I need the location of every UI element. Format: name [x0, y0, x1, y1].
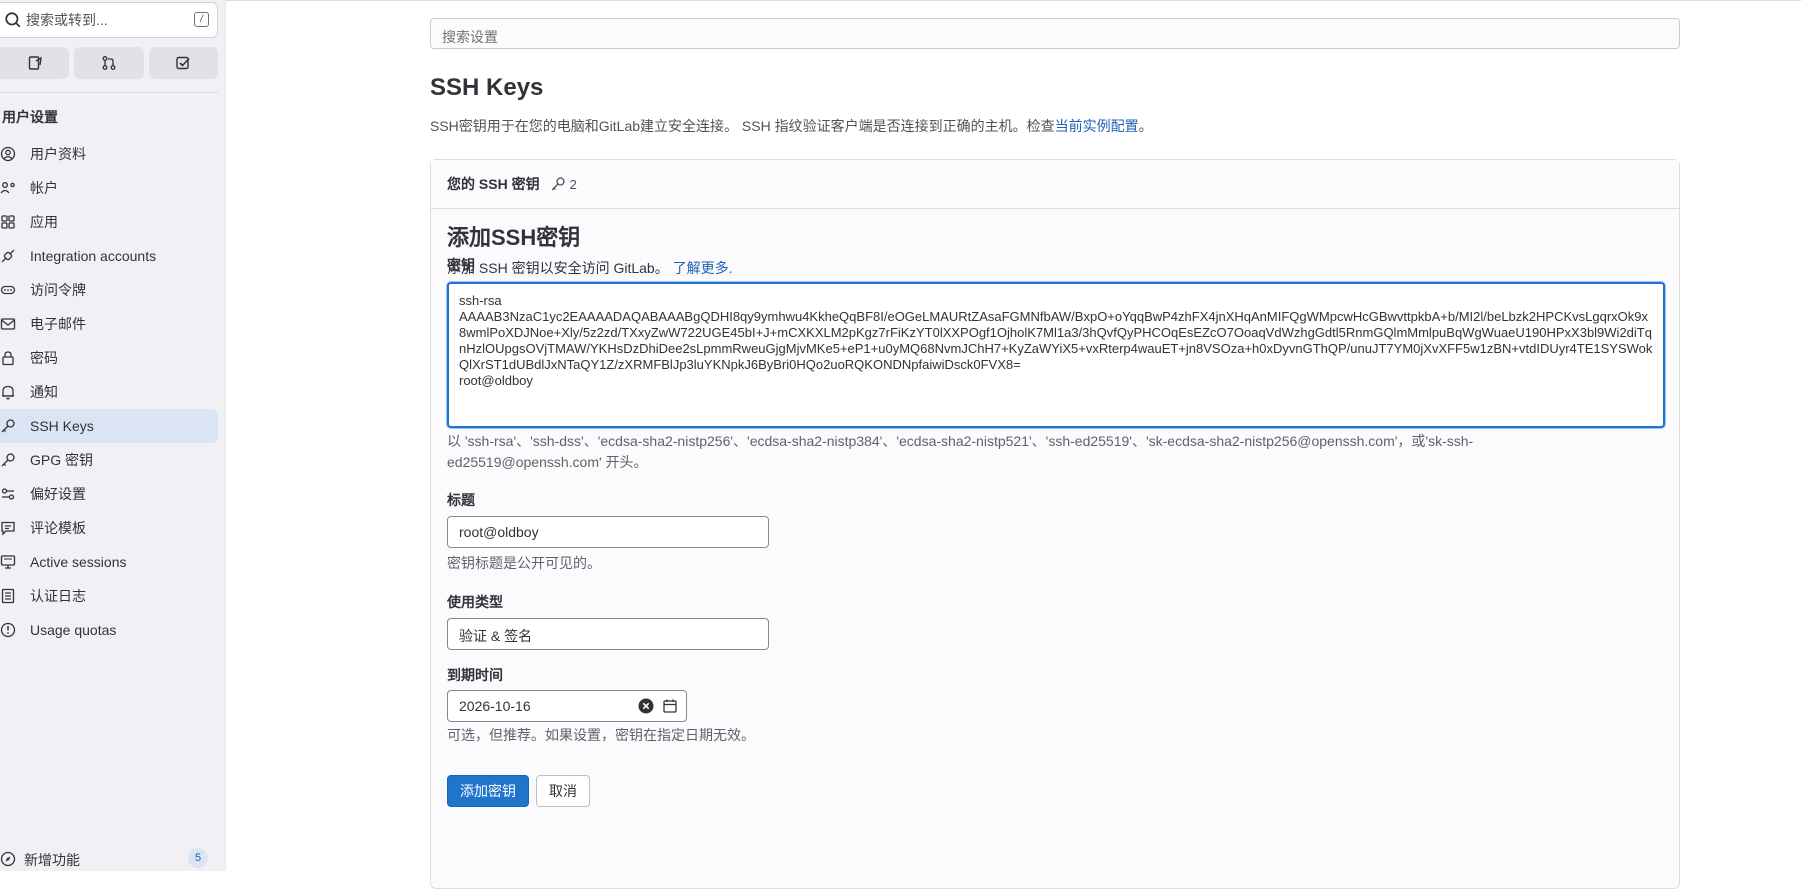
form-title: 添加SSH密钥 [447, 225, 581, 250]
usage-type-label: 使用类型 [447, 594, 503, 610]
sidebar-item-label: 通知 [30, 384, 58, 400]
merge-requests-button[interactable] [74, 47, 144, 79]
key-textarea[interactable]: ssh-rsa AAAAB3NzaC1yc2EAAAADAQABAAABgQDH… [447, 282, 1665, 428]
key-help-line-2: ed25519@openssh.com' 开头。 [447, 454, 648, 470]
ssh-keys-card: 您的 SSH 密钥 2 添加SSH密钥 添加 SSH 密钥以安全访问 GitLa… [430, 159, 1680, 889]
sidebar-item-label: GPG 密钥 [30, 452, 94, 468]
todo-icon [176, 56, 190, 70]
card-header: 您的 SSH 密钥 2 [431, 160, 1679, 209]
search-input[interactable]: 搜索或转到... / [0, 2, 218, 38]
sidebar: 搜索或转到... / 用户设置 用户资料 帐户 应用 Integration a… [0, 0, 226, 871]
key-help-text: 以 'ssh-rsa'、'ssh-dss'、'ecdsa-sha2-nistp2… [447, 431, 1473, 473]
monitor-icon [0, 555, 16, 569]
sidebar-item-label: 帐户 [30, 180, 58, 196]
expiry-date-input[interactable]: 2026-10-16 [447, 690, 687, 722]
title-label: 标题 [447, 492, 475, 508]
form-description-text: 添加 SSH 密钥以安全访问 GitLab。 [447, 260, 669, 276]
sidebar-item-label: SSH Keys [30, 418, 94, 434]
title-help-text: 密钥标题是公开可见的。 [447, 555, 601, 571]
key-icon [1, 419, 15, 433]
integration-icon [1, 249, 15, 263]
sidebar-item-notifications[interactable]: 通知 [0, 375, 218, 409]
sidebar-item-label: 访问令牌 [30, 282, 86, 298]
search-icon [5, 12, 21, 28]
expiry-label: 到期时间 [447, 667, 503, 683]
instance-config-link[interactable]: 当前实例配置 [1055, 118, 1139, 134]
sidebar-item-gpg-keys[interactable]: GPG 密钥 [0, 443, 218, 477]
learn-more-link[interactable]: 了解更多. [673, 260, 733, 276]
cancel-button[interactable]: 取消 [536, 775, 590, 807]
page-title: SSH Keys [430, 74, 544, 101]
key-label: 密钥 [447, 257, 475, 273]
sidebar-item-label: Usage quotas [30, 622, 117, 638]
log-icon [1, 588, 15, 604]
settings-search-input[interactable]: 搜索设置 [430, 18, 1680, 49]
quota-icon [0, 622, 16, 638]
page-description-text: SSH密钥用于在您的电脑和GitLab建立安全连接。 SSH 指纹验证客户端是否… [430, 118, 1055, 134]
sidebar-item-label: 用户资料 [30, 146, 86, 162]
preferences-icon [1, 488, 15, 500]
sidebar-item-label: 应用 [30, 214, 58, 230]
issues-button[interactable] [0, 47, 70, 79]
sidebar-item-label: 电子邮件 [30, 316, 86, 332]
sidebar-item-label: 认证日志 [30, 588, 86, 604]
usage-type-select[interactable]: 验证 & 签名 [447, 618, 769, 650]
top-border [226, 0, 1801, 1]
profile-icon [0, 146, 16, 162]
key-icon [551, 177, 565, 191]
key-help-line-1: 以 'ssh-rsa'、'ssh-dss'、'ecdsa-sha2-nistp2… [447, 433, 1474, 449]
key-icon [1, 453, 15, 467]
expiry-help-text: 可选，但推荐。如果设置，密钥在指定日期无效。 [447, 727, 755, 743]
sidebar-item-profile[interactable]: 用户资料 [0, 137, 218, 171]
mail-icon [0, 318, 16, 330]
whats-new-count-badge: 5 [188, 848, 208, 868]
expiry-date-value: 2026-10-16 [459, 698, 531, 714]
sidebar-item-label: 偏好设置 [30, 486, 86, 502]
account-icon [0, 182, 15, 194]
key-count: 2 [569, 176, 577, 192]
sidebar-item-label: Active sessions [30, 554, 127, 570]
sidebar-item-comment-templates[interactable]: 评论模板 [0, 511, 218, 545]
sidebar-item-label: 评论模板 [30, 520, 86, 536]
sidebar-item-account[interactable]: 帐户 [0, 171, 218, 205]
applications-icon [1, 215, 15, 229]
whats-new-label: 新增功能 [24, 852, 80, 868]
sidebar-item-password[interactable]: 密码 [0, 341, 218, 375]
quick-actions [0, 47, 218, 79]
page-description-end: 。 [1138, 118, 1153, 134]
sidebar-item-applications[interactable]: 应用 [0, 205, 218, 239]
sidebar-item-access-tokens[interactable]: 访问令牌 [0, 273, 218, 307]
form-description: 添加 SSH 密钥以安全访问 GitLab。 了解更多. [447, 258, 732, 278]
comment-icon [1, 521, 15, 536]
sidebar-nav: 用户资料 帐户 应用 Integration accounts 访问令牌 电子邮… [0, 137, 218, 647]
sidebar-item-usage-quotas[interactable]: Usage quotas [0, 613, 218, 647]
sidebar-item-label: 密码 [30, 350, 58, 366]
sidebar-item-ssh-keys[interactable]: SSH Keys [0, 409, 218, 443]
issues-icon [28, 56, 42, 70]
sidebar-item-emails[interactable]: 电子邮件 [0, 307, 218, 341]
lock-icon [2, 351, 14, 366]
todos-button[interactable] [148, 47, 218, 79]
sidebar-item-active-sessions[interactable]: Active sessions [0, 545, 218, 579]
sidebar-section-title: 用户设置 [2, 109, 58, 125]
sidebar-item-label: Integration accounts [30, 248, 157, 264]
merge-request-icon [102, 56, 116, 70]
sidebar-item-integration-accounts[interactable]: Integration accounts [0, 239, 218, 273]
clear-icon[interactable] [638, 698, 654, 714]
compass-icon [0, 851, 16, 866]
bell-icon [2, 385, 14, 400]
shortcut-key: / [194, 12, 209, 27]
page-description: SSH密钥用于在您的电脑和GitLab建立安全连接。 SSH 指纹验证客户端是否… [430, 116, 1153, 136]
card-header-title: 您的 SSH 密钥 [447, 176, 540, 192]
sidebar-item-preferences[interactable]: 偏好设置 [0, 477, 218, 511]
search-placeholder: 搜索或转到... [26, 12, 108, 28]
whats-new-button[interactable]: 新增功能 5 [0, 848, 218, 870]
sidebar-divider [0, 92, 218, 93]
calendar-icon[interactable] [662, 698, 678, 714]
add-key-button[interactable]: 添加密钥 [447, 775, 529, 807]
title-input[interactable]: root@oldboy [447, 516, 769, 548]
token-icon [0, 285, 16, 295]
sidebar-item-auth-log[interactable]: 认证日志 [0, 579, 218, 613]
